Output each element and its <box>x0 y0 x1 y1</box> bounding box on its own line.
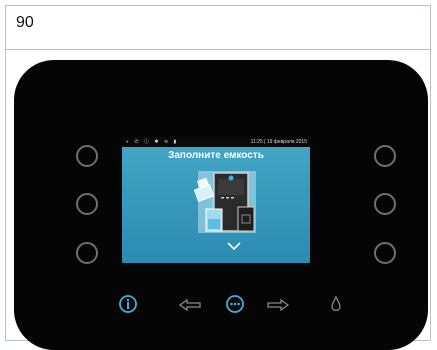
water-drop-icon[interactable] <box>330 296 342 312</box>
header-divider <box>6 49 430 50</box>
page-number: 90 <box>16 14 34 31</box>
arrow-left-icon[interactable] <box>178 298 202 312</box>
arrow-right-icon[interactable] <box>266 298 290 312</box>
menu-icon[interactable] <box>225 294 245 314</box>
status-bar: ◐ ✆ ⓘ ✱ ≋ ▮ 11:25 | 19 февраля 2015 <box>122 137 310 147</box>
left-button-3[interactable] <box>76 242 98 264</box>
right-button-1[interactable] <box>374 145 396 167</box>
display-screen: ◐ ✆ ⓘ ✱ ≋ ▮ 11:25 | 19 февраля 2015 Запо… <box>122 137 310 263</box>
screen-title: Заполните емкость <box>168 150 264 161</box>
fill-container-illustration <box>193 171 256 233</box>
right-button-2[interactable] <box>374 193 396 215</box>
manual-page-frame: 90 ◐ ✆ ⓘ ✱ ≋ ▮ 11:25 | 19 февраля 2015 З… <box>5 5 431 350</box>
left-button-1[interactable] <box>76 145 98 167</box>
control-panel: ◐ ✆ ⓘ ✱ ≋ ▮ 11:25 | 19 февраля 2015 Запо… <box>14 60 428 350</box>
info-icon[interactable] <box>118 294 138 314</box>
status-icons: ◐ ✆ ⓘ ✱ ≋ ▮ <box>126 139 179 145</box>
right-button-3[interactable] <box>374 242 396 264</box>
left-button-2[interactable] <box>76 193 98 215</box>
status-time: 11:25 | 19 февраля 2015 <box>250 139 307 145</box>
chevron-down-icon[interactable] <box>227 242 241 251</box>
